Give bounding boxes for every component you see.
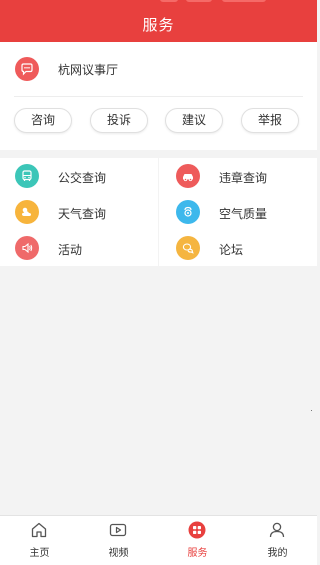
- bus-icon: [15, 164, 39, 188]
- tab-profile[interactable]: 我的: [238, 516, 317, 565]
- speaker-icon: [15, 236, 39, 260]
- services-grid: 公交查询 违章查询 天气查询 空气质量 活动 论坛: [0, 158, 317, 266]
- tab-home[interactable]: 主页: [0, 516, 79, 565]
- page-title: 服务: [142, 16, 175, 34]
- stray-mark: [311, 410, 312, 411]
- service-forum[interactable]: 论坛: [159, 230, 317, 266]
- video-icon: [109, 523, 127, 537]
- service-label: 天气查询: [58, 207, 107, 221]
- air-quality-icon: [176, 200, 200, 224]
- profile-icon: [269, 522, 285, 538]
- divider: [14, 96, 303, 97]
- service-label: 公交查询: [58, 171, 107, 185]
- featured-card: 杭网议事厅 咨询 投诉 建议 举报: [0, 42, 317, 150]
- status-bar-fragment: [160, 0, 178, 2]
- status-bar-fragment: [222, 0, 266, 2]
- service-label: 违章查询: [219, 171, 268, 185]
- tab-label: 服务: [187, 548, 208, 559]
- services-icon: [188, 521, 206, 539]
- home-icon: [31, 522, 47, 538]
- service-label: 论坛: [219, 243, 244, 257]
- featured-item[interactable]: 杭网议事厅: [0, 42, 317, 96]
- status-bar-fragment: [186, 0, 212, 2]
- services-page: 服务 杭网议事厅 咨询 投诉 建议 举报 公交查询 违章查询 天气查询 空气质量…: [0, 0, 317, 565]
- complaint-button[interactable]: 投诉: [90, 108, 148, 133]
- tab-label: 我的: [267, 548, 288, 559]
- service-air-quality[interactable]: 空气质量: [159, 194, 317, 230]
- tab-label: 视频: [108, 548, 129, 559]
- service-weather-query[interactable]: 天气查询: [0, 194, 158, 230]
- service-bus-query[interactable]: 公交查询: [0, 158, 158, 194]
- service-violation-query[interactable]: 违章查询: [159, 158, 317, 194]
- car-icon: [176, 164, 200, 188]
- report-button[interactable]: 举报: [241, 108, 299, 133]
- tab-services[interactable]: 服务: [158, 516, 237, 565]
- suggestion-button[interactable]: 建议: [165, 108, 223, 133]
- header-bar: 服务: [0, 0, 317, 42]
- consult-button[interactable]: 咨询: [14, 108, 72, 133]
- service-activities[interactable]: 活动: [0, 230, 158, 266]
- service-label: 活动: [58, 243, 83, 257]
- bottom-tab-bar: 主页 视频 服务 我的: [0, 515, 317, 565]
- feedback-type-row: 咨询 投诉 建议 举报: [0, 108, 317, 134]
- tab-video[interactable]: 视频: [79, 516, 158, 565]
- weather-icon: [15, 200, 39, 224]
- service-label: 空气质量: [219, 207, 268, 221]
- chat-bubble-icon: [15, 57, 39, 81]
- tab-label: 主页: [29, 548, 50, 559]
- forum-icon: [176, 236, 200, 260]
- featured-item-label: 杭网议事厅: [58, 63, 119, 77]
